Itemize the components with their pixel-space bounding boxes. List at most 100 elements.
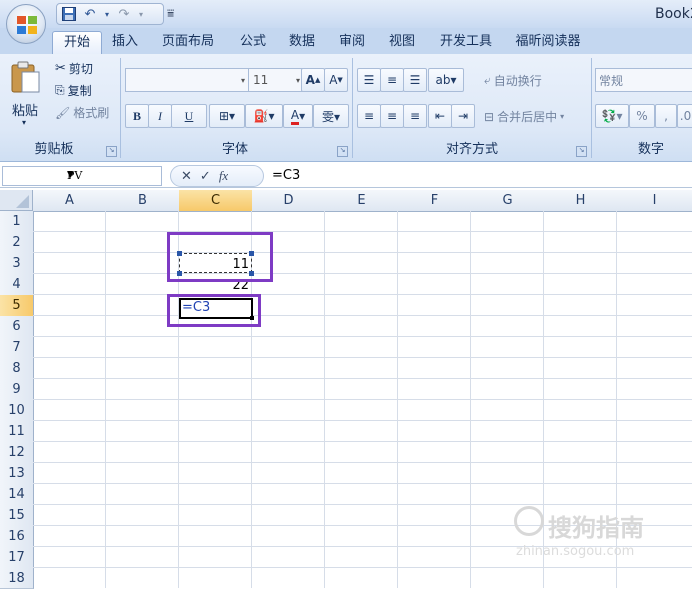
tab-developer[interactable]: 开发工具 [430,31,502,54]
row-header-14[interactable]: 14 [0,484,34,506]
wrap-text-button[interactable]: ⤶ 自动换行 [484,72,542,89]
column-header-b[interactable]: B [106,190,180,212]
cut-label: 剪切 [68,62,93,76]
format-painter-label: 格式刷 [73,106,110,120]
grid-line [33,462,692,463]
align-middle-icon[interactable]: ≡ [380,68,404,92]
name-box[interactable]: PV ▼ [2,166,162,186]
row-header-18[interactable]: 18 [0,568,34,589]
phonetic-guide-icon[interactable]: 雯▾ [313,104,349,128]
row-header-6[interactable]: 6 [0,316,34,338]
redo-dropdown-icon[interactable]: ▾ [137,6,145,22]
align-top-icon[interactable]: ☰ [357,68,381,92]
column-header-e[interactable]: E [325,190,399,212]
row-header-7[interactable]: 7 [0,337,34,359]
fill-color-icon[interactable]: ⛽▾ [245,104,283,128]
insert-function-icon[interactable]: fx [219,168,228,184]
column-header-c[interactable]: C [179,190,253,212]
font-group-label: 字体 [221,142,248,157]
format-painter-button[interactable]: 🖌 格式刷 [55,104,109,121]
column-header-d[interactable]: D [252,190,326,212]
redo-icon[interactable]: ↷ [116,6,132,22]
font-launcher-icon[interactable]: ↘ [337,146,348,157]
customize-qat-icon[interactable]: ⩸ [167,6,174,21]
align-bottom-icon[interactable]: ☰ [403,68,427,92]
row-header-4[interactable]: 4 [0,274,34,296]
cut-button[interactable]: ✂ 剪切 [55,60,93,77]
save-icon[interactable] [61,6,77,22]
row-header-3[interactable]: 3 [0,253,34,275]
row-header-13[interactable]: 13 [0,463,34,485]
row-header-16[interactable]: 16 [0,526,34,548]
paste-icon[interactable] [8,60,42,94]
dropdown-arrow-icon[interactable]: ▼ [67,170,157,180]
align-right-icon[interactable]: ≡ [403,104,427,128]
tab-view[interactable]: 视图 [381,31,423,54]
scissors-icon: ✂ [55,61,66,76]
clipboard-launcher-icon[interactable]: ↘ [106,146,117,157]
row-header-5[interactable]: 5 [0,295,34,317]
row-header-12[interactable]: 12 [0,442,34,464]
alignment-group-label: 对齐方式 [445,142,498,157]
office-button[interactable] [6,4,46,44]
row-header-2[interactable]: 2 [0,232,34,254]
tab-review[interactable]: 审阅 [331,31,373,54]
grid-line [33,273,692,274]
paste-button[interactable]: 粘贴 [12,100,38,119]
align-left-icon[interactable]: ≡ [357,104,381,128]
number-format-combo[interactable]: 常规 [595,68,692,92]
column-header-f[interactable]: F [398,190,472,212]
row-header-17[interactable]: 17 [0,547,34,569]
row-header-11[interactable]: 11 [0,421,34,443]
copy-button[interactable]: ⎘ 复制 [55,82,92,99]
row-header-9[interactable]: 9 [0,379,34,401]
tab-data[interactable]: 数据 [281,31,323,54]
increase-decimal-icon[interactable]: .0 [677,104,692,128]
font-color-icon[interactable]: A ▾ [283,104,313,128]
orientation-icon[interactable]: ab▾ [428,68,464,92]
dropdown-arrow-icon: ▾ [240,75,245,85]
formula-input[interactable]: =C3 [272,168,300,183]
alignment-launcher-icon[interactable]: ↘ [576,146,587,157]
wrap-text-label: 自动换行 [493,74,542,88]
bold-button[interactable]: B [125,104,149,128]
row-header-1[interactable]: 1 [0,211,34,233]
borders-icon[interactable]: ⊞▾ [209,104,245,128]
grid-line [33,294,692,295]
tab-home[interactable]: 开始 [52,31,102,55]
number-format-value: 常规 [599,73,624,88]
row-header-10[interactable]: 10 [0,400,34,422]
cancel-icon[interactable]: ✕ [181,169,192,184]
column-header-h[interactable]: H [544,190,618,212]
comma-style-icon[interactable]: , [655,104,677,128]
increase-indent-icon[interactable]: ⇥ [451,104,475,128]
paste-dropdown-icon[interactable]: ▾ [22,118,26,127]
underline-button[interactable]: U [171,104,207,128]
font-size-combo[interactable]: 11 ▾ [248,68,304,92]
undo-icon[interactable]: ↶ [82,6,98,22]
font-size-value: 11 [253,73,269,87]
row-header-15[interactable]: 15 [0,505,34,527]
undo-dropdown-icon[interactable]: ▾ [103,6,111,22]
grid-line [33,378,692,379]
decrease-indent-icon[interactable]: ⇤ [428,104,452,128]
row-header-8[interactable]: 8 [0,358,34,380]
percent-button[interactable]: % [629,104,655,128]
merge-center-button[interactable]: ⊟ 合并后居中 ▾ [484,108,564,125]
accounting-format-icon[interactable]: 💱▾ [595,104,629,128]
column-header-g[interactable]: G [471,190,545,212]
tab-page-layout[interactable]: 页面布局 [150,31,226,54]
italic-button[interactable]: I [148,104,172,128]
tab-insert[interactable]: 插入 [105,31,145,54]
font-name-combo[interactable]: ▾ [125,68,249,92]
column-header-a[interactable]: A [33,190,107,212]
annotation-box-c3 [167,232,273,282]
enter-check-icon[interactable]: ✓ [200,169,211,184]
tab-formulas[interactable]: 公式 [232,31,274,54]
column-header-i[interactable]: I [617,190,692,212]
grow-font-icon[interactable]: A ▲ [301,68,325,92]
tab-foxit-reader[interactable]: 福昕阅读器 [508,31,588,54]
grid-line [33,441,692,442]
shrink-font-icon[interactable]: A ▼ [324,68,348,92]
align-center-icon[interactable]: ≡ [380,104,404,128]
